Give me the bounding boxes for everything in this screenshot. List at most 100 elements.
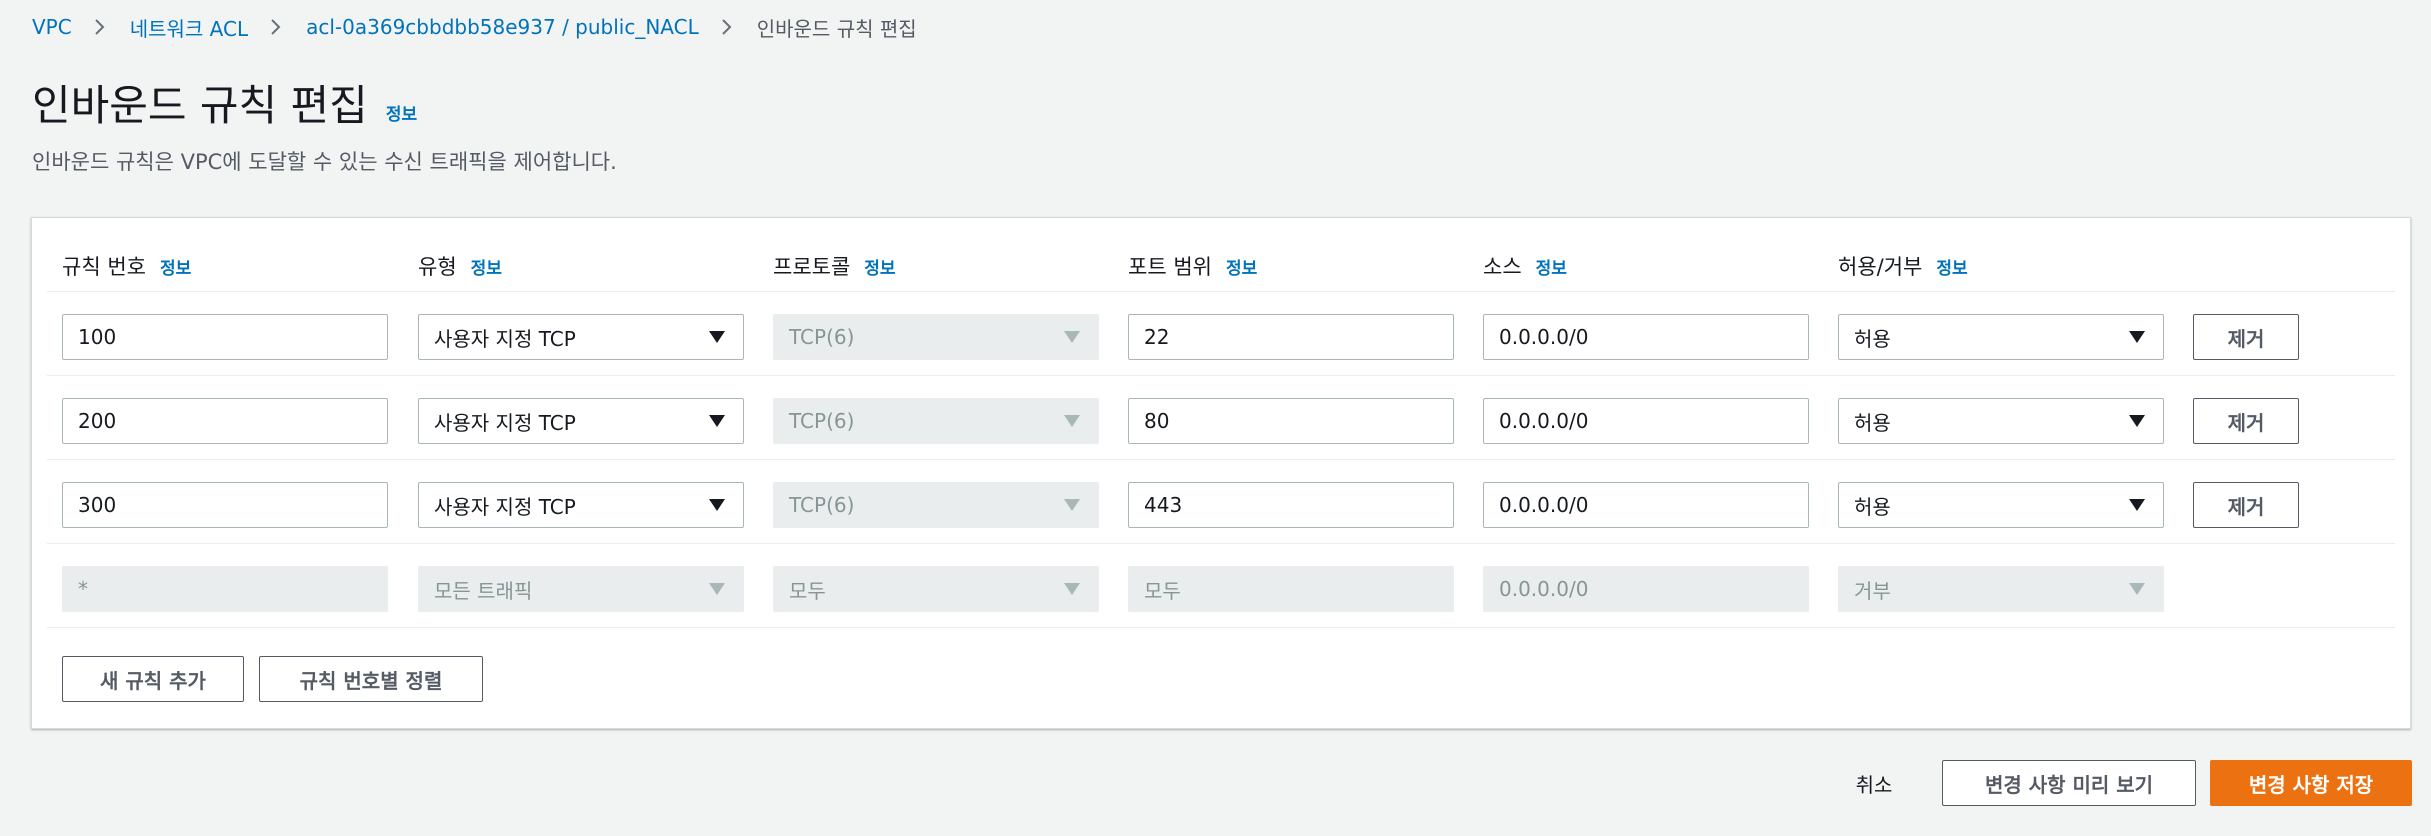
column-info-link[interactable]: 정보 (1226, 254, 1257, 279)
rule-number-input[interactable] (62, 314, 388, 360)
caret-down-icon (1064, 331, 1080, 343)
port-range-input[interactable] (1128, 398, 1454, 444)
rule-number-value: * (78, 577, 88, 601)
caret-down-icon (1064, 499, 1080, 511)
breadcrumb: VPC 네트워크 ACL acl-0a369cbbdbb58e937 / pub… (32, 10, 917, 44)
type-select[interactable]: 사용자 지정 TCP (418, 398, 744, 444)
rule-number-field[interactable] (78, 325, 372, 349)
type-select-value: 사용자 지정 TCP (434, 410, 576, 435)
save-changes-button[interactable]: 변경 사항 저장 (2210, 760, 2412, 806)
port-range-input[interactable] (1128, 482, 1454, 528)
port-range-input[interactable] (1128, 314, 1454, 360)
port-range-field[interactable] (1144, 409, 1438, 433)
allow-deny-select[interactable]: 허용 (1838, 482, 2164, 528)
caret-down-icon (2129, 331, 2145, 343)
chevron-right-icon (94, 18, 106, 36)
row-divider (47, 375, 2395, 376)
remove-rule-button[interactable]: 제거 (2193, 482, 2299, 528)
type-select-value: 사용자 지정 TCP (434, 326, 576, 351)
column-label: 규칙 번호 (62, 255, 146, 279)
source-input: 0.0.0.0/0 (1483, 566, 1809, 612)
row-divider (47, 543, 2395, 544)
caret-down-icon (2129, 415, 2145, 427)
allow-deny-select-value: 거부 (1854, 578, 1891, 603)
column-label: 프로토콜 (773, 255, 851, 279)
page-description: 인바운드 규칙은 VPC에 도달할 수 있는 수신 트래픽을 제어합니다. (32, 150, 617, 174)
preview-changes-button[interactable]: 변경 사항 미리 보기 (1942, 760, 2196, 806)
type-select[interactable]: 사용자 지정 TCP (418, 482, 744, 528)
allow-deny-select-value: 허용 (1854, 326, 1891, 351)
column-label: 포트 범위 (1128, 255, 1212, 279)
type-select: 모든 트래픽 (418, 566, 744, 612)
breadcrumb-current: 인바운드 규칙 편집 (756, 16, 917, 41)
allow-deny-select: 거부 (1838, 566, 2164, 612)
row-divider (47, 291, 2395, 292)
caret-down-icon (709, 499, 725, 511)
port-range-input: 모두 (1128, 566, 1454, 612)
page-title: 인바운드 규칙 편집 (32, 81, 368, 130)
rule-number-input[interactable] (62, 398, 388, 444)
add-rule-button[interactable]: 새 규칙 추가 (62, 656, 244, 702)
row-divider (47, 627, 2395, 628)
caret-down-icon (709, 415, 725, 427)
source-value: 0.0.0.0/0 (1499, 577, 1589, 601)
allow-deny-select[interactable]: 허용 (1838, 314, 2164, 360)
row-divider (47, 459, 2395, 460)
column-header-rule-number: 규칙 번호 정보 (62, 248, 191, 284)
column-header-source: 소스 정보 (1483, 248, 1567, 284)
caret-down-icon (709, 331, 725, 343)
caret-down-icon (2129, 583, 2145, 595)
port-range-field[interactable] (1144, 493, 1438, 517)
caret-down-icon (1064, 583, 1080, 595)
column-label: 허용/거부 (1838, 255, 1923, 279)
source-field[interactable] (1499, 493, 1793, 517)
column-info-link[interactable]: 정보 (1936, 254, 1967, 279)
caret-down-icon (709, 583, 725, 595)
title-info-link[interactable]: 정보 (386, 100, 417, 125)
rule-number-input[interactable] (62, 482, 388, 528)
column-info-link[interactable]: 정보 (1536, 254, 1567, 279)
protocol-select-value: 모두 (789, 578, 826, 603)
column-header-type: 유형 정보 (418, 248, 502, 284)
column-header-port-range: 포트 범위 정보 (1128, 248, 1257, 284)
type-select[interactable]: 사용자 지정 TCP (418, 314, 744, 360)
page-header: 인바운드 규칙 편집 정보 (32, 72, 417, 133)
column-label: 유형 (418, 255, 457, 279)
column-info-link[interactable]: 정보 (160, 254, 191, 279)
protocol-select-value: TCP(6) (789, 325, 855, 349)
source-field[interactable] (1499, 409, 1793, 433)
protocol-select: TCP(6) (773, 482, 1099, 528)
port-range-field[interactable] (1144, 325, 1438, 349)
column-info-link[interactable]: 정보 (864, 254, 895, 279)
rule-number-field[interactable] (78, 409, 372, 433)
remove-rule-button[interactable]: 제거 (2193, 398, 2299, 444)
source-input[interactable] (1483, 398, 1809, 444)
column-label: 소스 (1483, 255, 1522, 279)
allow-deny-select[interactable]: 허용 (1838, 398, 2164, 444)
breadcrumb-acl-id[interactable]: acl-0a369cbbdbb58e937 / public_NACL (306, 15, 699, 39)
protocol-select: 모두 (773, 566, 1099, 612)
protocol-select-value: TCP(6) (789, 409, 855, 433)
source-field[interactable] (1499, 325, 1793, 349)
type-select-value: 모든 트래픽 (434, 578, 533, 603)
caret-down-icon (1064, 415, 1080, 427)
sort-by-rule-number-button[interactable]: 규칙 번호별 정렬 (259, 656, 483, 702)
protocol-select: TCP(6) (773, 398, 1099, 444)
column-info-link[interactable]: 정보 (471, 254, 502, 279)
port-range-value: 모두 (1144, 578, 1181, 603)
remove-rule-button[interactable]: 제거 (2193, 314, 2299, 360)
caret-down-icon (2129, 499, 2145, 511)
source-input[interactable] (1483, 314, 1809, 360)
breadcrumb-vpc[interactable]: VPC (32, 15, 72, 39)
breadcrumb-network-acl[interactable]: 네트워크 ACL (130, 13, 248, 42)
column-header-allow-deny: 허용/거부 정보 (1838, 248, 1968, 284)
chevron-right-icon (721, 18, 733, 36)
allow-deny-select-value: 허용 (1854, 494, 1891, 519)
allow-deny-select-value: 허용 (1854, 410, 1891, 435)
rule-number-field[interactable] (78, 493, 372, 517)
protocol-select-value: TCP(6) (789, 493, 855, 517)
inbound-rules-panel: 규칙 번호 정보 유형 정보 프로토콜 정보 포트 범위 정보 소스 정보 허용… (31, 217, 2411, 729)
cancel-button[interactable]: 취소 (1832, 760, 1916, 806)
type-select-value: 사용자 지정 TCP (434, 494, 576, 519)
source-input[interactable] (1483, 482, 1809, 528)
